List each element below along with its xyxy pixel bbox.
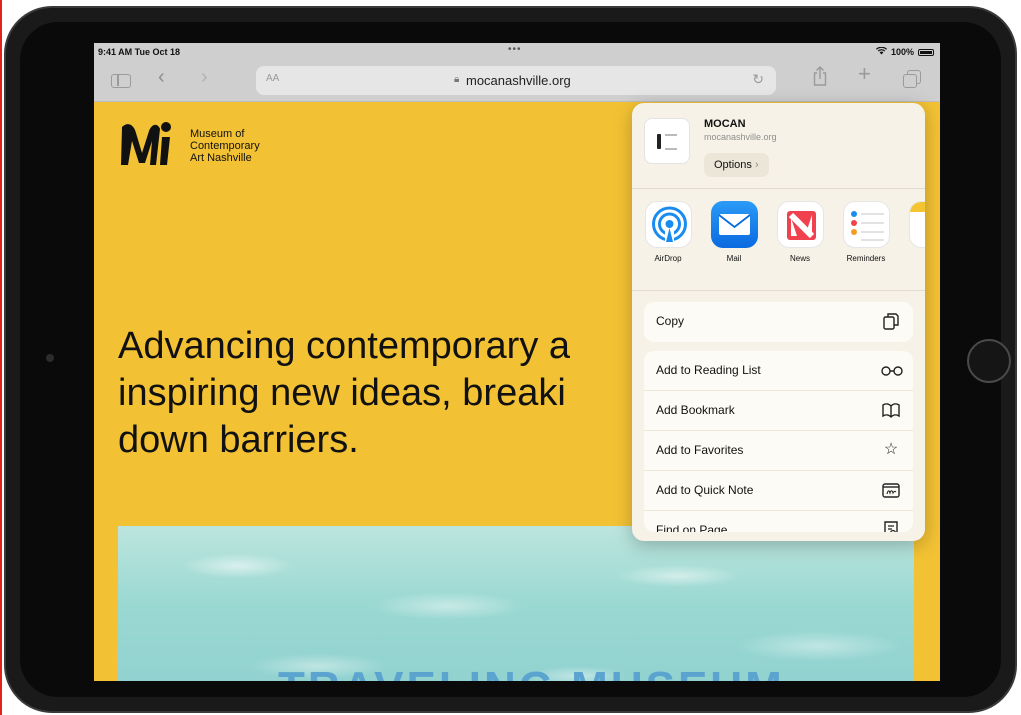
mocan-logo[interactable] — [118, 119, 174, 169]
book-icon — [881, 400, 901, 420]
text-size-button[interactable]: AA — [266, 73, 279, 84]
logo-text: Museum of Contemporary Art Nashville — [190, 128, 260, 164]
share-app-notes[interactable] — [902, 201, 925, 254]
action-find-on-page[interactable]: Find on Page — [644, 511, 913, 532]
find-on-page-icon — [881, 520, 901, 532]
multitasking-dots[interactable]: ••• — [508, 44, 522, 55]
copy-action[interactable]: Copy — [644, 302, 913, 342]
url-text[interactable]: mocanashville.org — [466, 73, 571, 88]
tabs-overview-icon[interactable] — [903, 70, 921, 88]
red-edge-line — [0, 0, 2, 715]
options-label: Options — [714, 159, 752, 171]
app-label: AirDrop — [654, 254, 682, 263]
action-label: Add to Reading List — [656, 363, 761, 377]
battery-icon — [918, 48, 934, 56]
share-app-reminders[interactable]: Reminders — [836, 201, 896, 263]
glasses-icon — [881, 360, 903, 380]
action-list: Add to Reading List Add Bookmark Add to … — [644, 351, 913, 532]
screen: 9:41 AM Tue Oct 18 ••• 100% ‹ › AA 🔒︎ mo… — [94, 43, 940, 681]
news-icon — [776, 201, 824, 248]
action-label: Add to Favorites — [656, 443, 744, 457]
action-label: Find on Page — [656, 523, 728, 532]
share-app-news[interactable]: News — [770, 201, 830, 263]
forward-icon[interactable]: › — [201, 67, 208, 87]
logo-line: Museum of — [190, 128, 245, 140]
site-thumbnail — [644, 118, 690, 164]
logo-line: Art Nashville — [190, 152, 252, 164]
browser-toolbar: ‹ › AA 🔒︎ mocanashville.org ↻ + — [94, 60, 940, 102]
status-time: 9:41 AM Tue Oct 18 — [98, 47, 181, 57]
quick-note-icon — [881, 480, 901, 500]
action-add-favorites[interactable]: Add to Favorites ☆ — [644, 431, 913, 471]
chevron-right-icon: › — [754, 159, 759, 171]
new-tab-icon[interactable]: + — [858, 63, 871, 85]
app-label: Reminders — [846, 254, 886, 263]
battery-percent: 100% — [890, 47, 914, 57]
sidebar-icon[interactable] — [111, 74, 131, 88]
back-icon[interactable]: ‹ — [158, 67, 165, 87]
action-label: Add to Quick Note — [656, 483, 754, 497]
home-button[interactable] — [967, 339, 1011, 383]
options-button[interactable]: Options › — [704, 153, 769, 177]
site-url: mocanashville.org — [704, 132, 777, 142]
action-add-reading-list[interactable]: Add to Reading List — [644, 351, 913, 391]
app-label: Mail — [726, 254, 742, 263]
share-app-mail[interactable]: Mail — [704, 201, 764, 263]
status-right: 100% — [875, 46, 934, 57]
copy-label: Copy — [656, 314, 685, 328]
wifi-icon — [875, 46, 887, 57]
star-icon: ☆ — [883, 441, 899, 458]
share-icon[interactable] — [813, 66, 827, 88]
copy-icon — [881, 311, 901, 331]
mail-icon — [710, 201, 758, 248]
share-sheet: MOCAN mocanashville.org Options › AirDro… — [632, 103, 925, 541]
action-add-bookmark[interactable]: Add Bookmark — [644, 391, 913, 431]
pool-image: TRAVELING MUSEUM — [118, 526, 914, 681]
status-bar: 9:41 AM Tue Oct 18 ••• 100% — [94, 43, 940, 60]
lock-icon: 🔒︎ — [454, 74, 460, 85]
address-bar[interactable]: AA 🔒︎ mocanashville.org ↻ — [256, 66, 776, 95]
action-label: Add Bookmark — [656, 403, 735, 417]
app-label: News — [789, 254, 810, 263]
airdrop-icon — [644, 201, 692, 248]
pool-title: TRAVELING MUSEUM — [278, 663, 785, 681]
share-app-airdrop[interactable]: AirDrop — [638, 201, 698, 263]
reminders-icon — [842, 201, 890, 248]
share-sheet-header: MOCAN mocanashville.org Options › — [632, 103, 925, 189]
notes-icon — [908, 201, 925, 248]
site-name: MOCAN — [704, 118, 746, 130]
camera-dot — [46, 354, 54, 362]
reload-icon[interactable]: ↻ — [752, 71, 764, 88]
share-apps-row: AirDrop Mail News Reminders — [632, 201, 925, 291]
action-add-quick-note[interactable]: Add to Quick Note — [644, 471, 913, 511]
logo-line: Contemporary — [190, 140, 260, 152]
